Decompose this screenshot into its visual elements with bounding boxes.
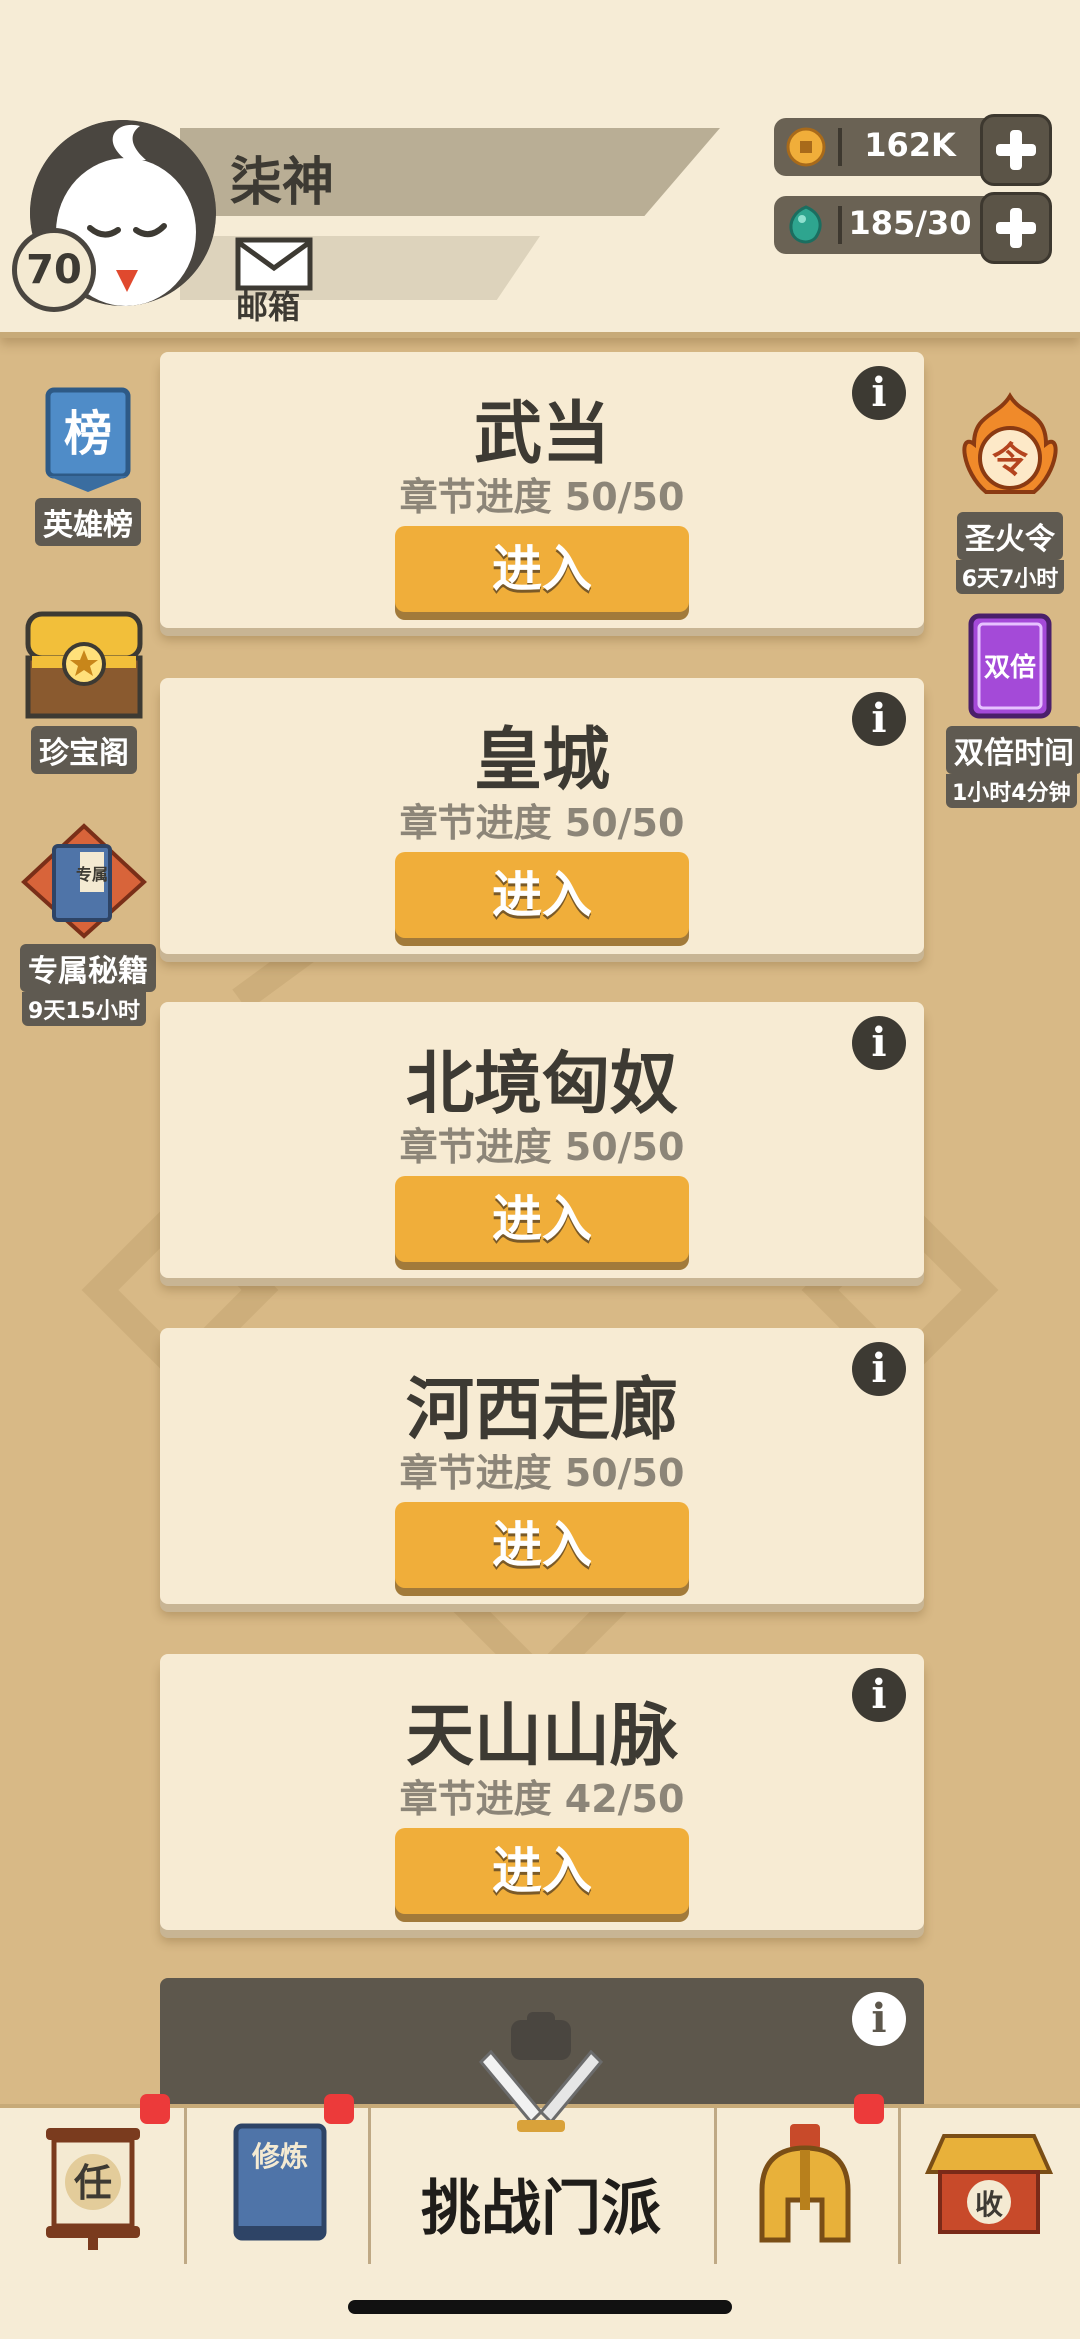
nav-challenge-sect[interactable]: 挑战门派 <box>368 2012 717 2268</box>
double-time-button[interactable]: 双倍 双倍时间 1小时4分钟 <box>946 612 1080 808</box>
task-scroll-icon: 任 <box>46 2128 140 2250</box>
stage-progress: 章节进度 50/50 <box>399 1125 685 1169</box>
double-time-label: 双倍时间 <box>946 726 1080 774</box>
gem-drop-icon <box>789 205 822 244</box>
challenge-sect-label: 挑战门派 <box>421 2174 661 2244</box>
player-name: 柒神 <box>230 153 335 213</box>
double-icon-text: 双倍 <box>984 652 1036 683</box>
double-time-timer: 1小时4分钟 <box>946 774 1077 808</box>
exclusive-manual-button[interactable]: 专属 专属秘籍 9天15小时 <box>20 822 156 1026</box>
stage-title: 皇城 <box>473 721 610 800</box>
enter-button[interactable]: 进入 <box>395 1828 689 1914</box>
training-book-icon: 修炼 <box>233 2123 327 2241</box>
collect-icon-text: 收 <box>975 2188 1003 2221</box>
home-indicator[interactable] <box>348 2300 732 2314</box>
stage-title: 天山山脉 <box>405 1697 678 1776</box>
treasure-chest-icon <box>25 611 143 719</box>
coin-icon <box>786 127 826 167</box>
stage-progress: 章节进度 42/50 <box>399 1777 685 1821</box>
holy-fire-button[interactable]: 令 圣火令 6天7小时 <box>946 392 1074 594</box>
notification-dot <box>324 2094 354 2124</box>
crossed-swords-icon <box>478 2012 604 2132</box>
nav-equipment[interactable] <box>714 2094 901 2268</box>
task-icon-text: 任 <box>74 2161 112 2205</box>
add-energy-button[interactable] <box>980 192 1052 264</box>
level-badge: 70 <box>12 228 96 312</box>
energy-counter: 185/30 <box>774 192 1052 264</box>
double-card-icon: 双倍 <box>968 613 1052 719</box>
exclusive-manual-label: 专属秘籍 <box>20 944 156 992</box>
hero-rank-button[interactable]: 榜 英雄榜 <box>24 384 152 546</box>
stage-card-wudang: i 武当 章节进度 50/50 进入 <box>160 352 924 628</box>
treasure-button[interactable]: 珍宝阁 <box>20 598 148 774</box>
helmet-icon <box>759 2124 851 2243</box>
bottom-nav: 任 修炼 挑战门派 收 <box>0 2012 1080 2268</box>
rank-banner-icon: 榜 <box>45 387 131 492</box>
hero-rank-label: 英雄榜 <box>35 498 141 546</box>
notification-dot <box>854 2094 884 2124</box>
rank-icon-text: 榜 <box>64 406 112 462</box>
flame-icon-text: 令 <box>992 440 1029 481</box>
flame-token-icon: 令 <box>962 392 1058 494</box>
collect-building-icon: 收 <box>924 2134 1054 2234</box>
stage-card-imperial-city: i 皇城 章节进度 50/50 进入 <box>160 678 924 954</box>
training-icon-text: 修炼 <box>251 2140 308 2173</box>
holy-fire-label: 圣火令 <box>957 512 1063 560</box>
divider <box>838 128 842 166</box>
top-bar: 柒神 70 邮箱 162K 185/30 <box>0 0 1080 338</box>
holy-fire-timer: 6天7小时 <box>955 560 1065 594</box>
exclusive-manual-timer: 9天15小时 <box>22 992 146 1026</box>
stage-progress: 章节进度 50/50 <box>399 801 685 845</box>
mail-label: 邮箱 <box>236 288 301 326</box>
stage-card-hexi-corridor: i 河西走廊 章节进度 50/50 进入 <box>160 1328 924 1604</box>
manual-icon-text: 专属 <box>76 865 108 884</box>
stage-card-tianshan: i 天山山脉 章节进度 42/50 进入 <box>160 1654 924 1930</box>
coin-value: 162K <box>864 126 956 164</box>
energy-value: 185/30 <box>848 204 972 242</box>
stage-title: 武当 <box>473 395 610 474</box>
enter-button[interactable]: 进入 <box>395 1502 689 1588</box>
treasure-label: 珍宝阁 <box>31 726 137 774</box>
stage-title: 北境匈奴 <box>405 1045 678 1124</box>
coin-counter: 162K <box>774 114 1052 186</box>
enter-button[interactable]: 进入 <box>395 852 689 938</box>
nav-collect[interactable]: 收 <box>898 2108 1080 2268</box>
manual-book-icon: 专属 <box>21 823 147 939</box>
stage-progress: 章节进度 50/50 <box>399 1451 685 1495</box>
stage-progress: 章节进度 50/50 <box>399 475 685 519</box>
stage-title: 河西走廊 <box>405 1371 678 1450</box>
enter-button[interactable]: 进入 <box>395 526 689 612</box>
divider <box>838 206 842 244</box>
nav-training[interactable]: 修炼 <box>184 2094 371 2268</box>
info-icon[interactable]: i <box>852 1992 906 2046</box>
notification-dot <box>140 2094 170 2124</box>
add-coins-button[interactable] <box>980 114 1052 186</box>
stage-card-northern-xiongnu: i 北境匈奴 章节进度 50/50 进入 <box>160 1002 924 1278</box>
nav-tasks[interactable]: 任 <box>0 2094 187 2268</box>
enter-button[interactable]: 进入 <box>395 1176 689 1262</box>
